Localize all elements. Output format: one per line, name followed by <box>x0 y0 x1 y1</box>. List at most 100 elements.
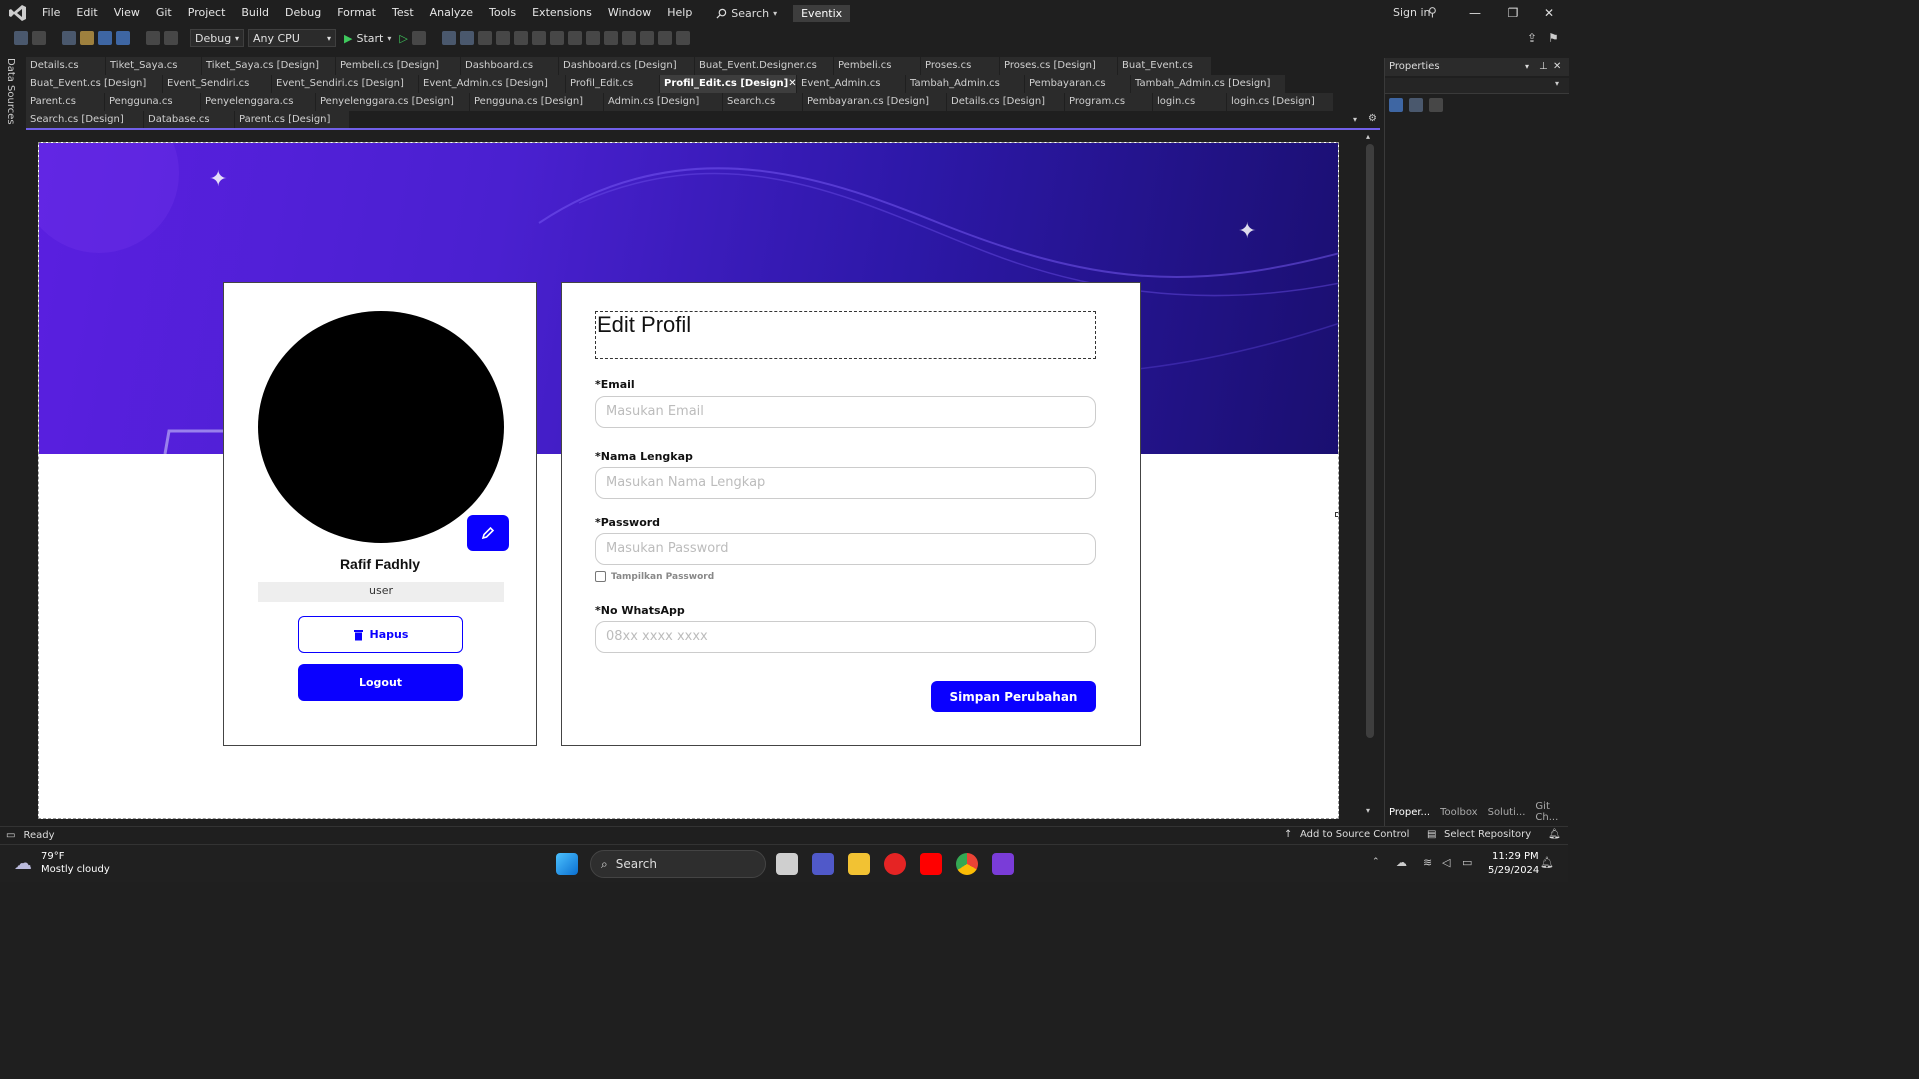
close-window-button[interactable]: ✕ <box>1530 0 1568 26</box>
tab-properties[interactable]: Proper... <box>1389 807 1430 818</box>
menu-test[interactable]: Test <box>384 0 422 26</box>
tab-login-cs[interactable]: login.cs <box>1153 93 1227 111</box>
tab-tiket-saya-design[interactable]: Tiket_Saya.cs [Design] <box>202 57 336 75</box>
tab-parent-design[interactable]: Parent.cs [Design] <box>235 111 350 129</box>
clock-time[interactable]: 11:29 PM <box>1492 851 1539 862</box>
feedback-icon[interactable]: ⚑ <box>1548 31 1559 45</box>
menu-edit[interactable]: Edit <box>68 0 105 26</box>
tab-solution[interactable]: Soluti... <box>1488 807 1526 818</box>
align-top-icon[interactable] <box>531 31 546 45</box>
menu-window[interactable]: Window <box>600 0 659 26</box>
same-width-icon[interactable] <box>585 31 600 45</box>
add-source-control-button[interactable]: Add to Source Control <box>1300 829 1409 840</box>
save-icon[interactable] <box>98 31 112 45</box>
file-explorer-icon[interactable] <box>848 853 870 875</box>
tab-dashboard-design[interactable]: Dashboard.cs [Design] <box>559 57 695 75</box>
close-icon[interactable]: ✕ <box>1553 58 1561 76</box>
align-left-icon[interactable] <box>477 31 492 45</box>
tab-profil-edit-cs[interactable]: Profil_Edit.cs <box>566 75 660 93</box>
start-without-debug-icon[interactable]: ▷ <box>399 32 407 45</box>
wifi-icon[interactable]: ≋ <box>1423 856 1432 869</box>
show-password-checkbox[interactable] <box>595 571 606 582</box>
chrome-icon[interactable] <box>956 853 978 875</box>
edit-avatar-button[interactable] <box>467 515 509 551</box>
clock-date[interactable]: 5/29/2024 <box>1488 865 1539 876</box>
designer-scrollbar[interactable]: ▴ ▾ <box>1363 132 1377 820</box>
resize-handle[interactable] <box>1335 512 1338 517</box>
tab-database-cs[interactable]: Database.cs <box>144 111 235 129</box>
account-icon[interactable]: ⚲ <box>1428 5 1437 19</box>
tab-tiket-saya-cs[interactable]: Tiket_Saya.cs <box>106 57 202 75</box>
bring-front-icon[interactable] <box>657 31 672 45</box>
teams-icon[interactable] <box>812 853 834 875</box>
tab-details-design[interactable]: Details.cs [Design] <box>947 93 1065 111</box>
windows-start-icon[interactable] <box>556 853 578 875</box>
tab-event-admin-design[interactable]: Event_Admin.cs [Design] <box>419 75 566 93</box>
same-size-icon[interactable] <box>621 31 636 45</box>
platform-select[interactable]: Any CPU ▾ <box>248 29 336 47</box>
tab-search-design[interactable]: Search.cs [Design] <box>26 111 144 129</box>
notification-bell-icon[interactable]: 🔔︎ <box>1548 829 1561 840</box>
align-middle-icon[interactable] <box>549 31 564 45</box>
menu-view[interactable]: View <box>106 0 148 26</box>
volume-icon[interactable]: ◁ <box>1442 856 1450 869</box>
full-name-field[interactable]: Masukan Nama Lengkap <box>595 467 1096 499</box>
save-all-icon[interactable] <box>116 31 130 45</box>
tab-pembayaran-design[interactable]: Pembayaran.cs [Design] <box>803 93 947 111</box>
align-center-icon[interactable] <box>495 31 510 45</box>
menu-help[interactable]: Help <box>659 0 700 26</box>
layout-icon[interactable] <box>459 31 474 45</box>
menu-git[interactable]: Git <box>148 0 180 26</box>
notification-bell-icon[interactable]: 🔔︎ <box>1540 856 1554 869</box>
output-icon[interactable]: ▭ <box>6 830 15 841</box>
scrollbar-thumb[interactable] <box>1366 144 1374 738</box>
settings-gear-icon[interactable]: ⚙ <box>1368 113 1377 124</box>
tab-proses-cs[interactable]: Proses.cs <box>921 57 1000 75</box>
tab-proses-design[interactable]: Proses.cs [Design] <box>1000 57 1118 75</box>
redo-icon[interactable] <box>164 31 178 45</box>
tab-event-sendiri-design[interactable]: Event_Sendiri.cs [Design] <box>272 75 419 93</box>
live-share-icon[interactable]: ⇪ <box>1527 31 1537 45</box>
hot-reload-icon[interactable] <box>411 31 426 45</box>
logout-button[interactable]: Logout <box>298 664 463 701</box>
tab-pengguna-cs[interactable]: Pengguna.cs <box>105 93 201 111</box>
menu-analyze[interactable]: Analyze <box>422 0 481 26</box>
form-preview[interactable]: ✦ ✦ Rafif Fadhly user Hapus Logout Edit … <box>38 142 1339 819</box>
scroll-down-icon[interactable]: ▾ <box>1366 806 1370 815</box>
tab-profil-edit-design[interactable]: Profil_Edit.cs [Design] ✕ <box>660 75 797 93</box>
taskbar-search[interactable]: ⌕ Search <box>590 850 766 878</box>
menu-project[interactable]: Project <box>180 0 234 26</box>
tab-tambah-admin-cs[interactable]: Tambah_Admin.cs <box>906 75 1025 93</box>
open-folder-icon[interactable] <box>80 31 94 45</box>
weather-cloud-icon[interactable]: ☁ <box>14 853 32 874</box>
tab-pengguna-design[interactable]: Pengguna.cs [Design] <box>470 93 604 111</box>
align-bottom-icon[interactable] <box>567 31 582 45</box>
object-selector[interactable]: ▾ <box>1385 78 1569 94</box>
tab-admin-design[interactable]: Admin.cs [Design] <box>604 93 723 111</box>
tab-search-cs[interactable]: Search.cs <box>723 93 803 111</box>
categorized-icon[interactable] <box>1389 98 1403 112</box>
youtube-icon[interactable] <box>920 853 942 875</box>
whatsapp-field[interactable]: 08xx xxxx xxxx <box>595 621 1096 653</box>
task-view-icon[interactable] <box>776 853 798 875</box>
same-height-icon[interactable] <box>603 31 618 45</box>
visual-studio-icon[interactable] <box>992 853 1014 875</box>
tab-pembeli-cs[interactable]: Pembeli.cs <box>834 57 921 75</box>
sign-in-link[interactable]: Sign in <box>1393 6 1431 19</box>
chevron-up-icon[interactable]: ⌃ <box>1372 857 1380 867</box>
restore-button[interactable]: ❐ <box>1494 0 1532 26</box>
new-project-icon[interactable] <box>62 31 76 45</box>
menu-extensions[interactable]: Extensions <box>524 0 600 26</box>
tab-overflow-icon[interactable]: ▾ <box>1353 115 1357 124</box>
tab-tambah-admin-design[interactable]: Tambah_Admin.cs [Design] <box>1131 75 1286 93</box>
tab-penyelenggara-design[interactable]: Penyelenggara.cs [Design] <box>316 93 470 111</box>
delete-account-button[interactable]: Hapus <box>298 616 463 653</box>
menu-format[interactable]: Format <box>329 0 384 26</box>
menu-debug[interactable]: Debug <box>277 0 329 26</box>
configuration-select[interactable]: Debug ▾ <box>190 29 244 47</box>
tab-pembayaran-cs[interactable]: Pembayaran.cs <box>1025 75 1131 93</box>
tab-toolbox[interactable]: Toolbox <box>1440 807 1478 818</box>
tab-program-cs[interactable]: Program.cs <box>1065 93 1153 111</box>
minimize-button[interactable]: — <box>1456 0 1494 26</box>
menu-tools[interactable]: Tools <box>481 0 524 26</box>
